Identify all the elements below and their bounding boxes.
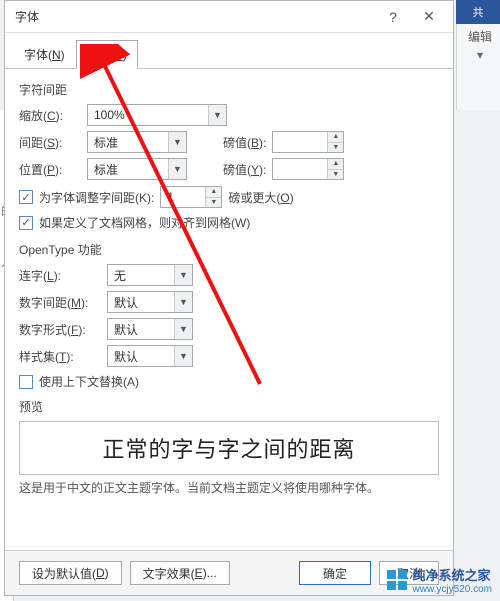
preview-box: 正常的字与字之间的距离 bbox=[19, 421, 439, 475]
grid-label: 如果定义了文档网格，则对齐到网格(W) bbox=[39, 214, 250, 231]
spacing-row: 间距(S): 标准 ▼ 磅值(B): ▲▼ bbox=[19, 131, 439, 153]
ok-button[interactable]: 确定 bbox=[299, 561, 371, 585]
edit-group-label: 编辑 bbox=[460, 28, 500, 45]
close-button[interactable]: ✕ bbox=[411, 3, 447, 31]
ligature-label: 连字(L): bbox=[19, 267, 101, 284]
preview-description: 这是用于中文的正文主题字体。当前文档主题定义将使用哪种字体。 bbox=[19, 479, 439, 496]
num-spacing-label: 数字间距(M): bbox=[19, 294, 101, 311]
watermark-text: 纯净系统之家 bbox=[413, 565, 492, 584]
grid-checkbox[interactable]: ✓ bbox=[19, 216, 33, 230]
opentype-section-title: OpenType 功能 bbox=[19, 241, 439, 258]
spacing-pt-input[interactable]: ▲▼ bbox=[272, 131, 344, 153]
word-ribbon-background: 共 编辑 ▾ bbox=[456, 0, 500, 110]
text-effects-button[interactable]: 文字效果(E)... bbox=[130, 561, 230, 585]
position-pt-label: 磅值(Y): bbox=[223, 161, 266, 178]
font-dialog: 字体 ? ✕ 字体(N) 高级(V) 字符间距 缩放(C): 100% ▼ 间距… bbox=[4, 0, 454, 596]
chevron-down-icon: ▼ bbox=[174, 319, 192, 339]
spinner-icon[interactable]: ▲▼ bbox=[327, 159, 343, 179]
ligature-row: 连字(L): 无 ▼ bbox=[19, 264, 439, 286]
stylistic-label: 样式集(T): bbox=[19, 348, 101, 365]
num-spacing-combo[interactable]: 默认 ▼ bbox=[107, 291, 193, 313]
spinner-icon[interactable]: ▲▼ bbox=[205, 187, 221, 207]
position-pt-input[interactable]: ▲▼ bbox=[272, 158, 344, 180]
help-button[interactable]: ? bbox=[375, 3, 411, 31]
chevron-down-icon: ▼ bbox=[174, 346, 192, 366]
preview-section-title: 预览 bbox=[19, 398, 439, 415]
spinner-icon[interactable]: ▲▼ bbox=[327, 132, 343, 152]
set-default-button[interactable]: 设为默认值(D) bbox=[19, 561, 122, 585]
num-form-row: 数字形式(F): 默认 ▼ bbox=[19, 318, 439, 340]
kerning-label: 为字体调整字间距(K): bbox=[39, 189, 154, 206]
chevron-down-icon: ▼ bbox=[174, 265, 192, 285]
num-spacing-row: 数字间距(M): 默认 ▼ bbox=[19, 291, 439, 313]
dialog-content: 字符间距 缩放(C): 100% ▼ 间距(S): 标准 ▼ 磅值(B): ▲▼… bbox=[5, 69, 453, 550]
scale-label: 缩放(C): bbox=[19, 107, 81, 124]
position-row: 位置(P): 标准 ▼ 磅值(Y): ▲▼ bbox=[19, 158, 439, 180]
scale-row: 缩放(C): 100% ▼ bbox=[19, 104, 439, 126]
grid-row: ✓ 如果定义了文档网格，则对齐到网格(W) bbox=[19, 214, 439, 231]
scale-combo[interactable]: 100% ▼ bbox=[87, 104, 227, 126]
chevron-down-icon: ▾ bbox=[468, 48, 492, 62]
watermark-url: www.ycjy520.com bbox=[413, 584, 492, 595]
kerning-row: ✓ 为字体调整字间距(K): 1 ▲▼ 磅或更大(O) bbox=[19, 186, 439, 208]
kerning-unit-label: 磅或更大(O) bbox=[228, 189, 293, 206]
chevron-down-icon: ▼ bbox=[168, 132, 186, 152]
tab-font[interactable]: 字体(N) bbox=[13, 40, 76, 69]
num-form-label: 数字形式(F): bbox=[19, 321, 101, 338]
spacing-pt-label: 磅值(B): bbox=[223, 134, 266, 151]
contextual-label: 使用上下文替换(A) bbox=[39, 373, 139, 390]
dialog-tabs: 字体(N) 高级(V) bbox=[5, 33, 453, 69]
watermark-logo-icon bbox=[387, 570, 407, 590]
chevron-down-icon: ▼ bbox=[174, 292, 192, 312]
watermark: 纯净系统之家 www.ycjy520.com bbox=[387, 565, 492, 595]
spacing-label: 间距(S): bbox=[19, 134, 81, 151]
num-form-combo[interactable]: 默认 ▼ bbox=[107, 318, 193, 340]
dialog-title: 字体 bbox=[15, 8, 375, 25]
position-label: 位置(P): bbox=[19, 161, 81, 178]
stylistic-row: 样式集(T): 默认 ▼ bbox=[19, 345, 439, 367]
kerning-checkbox[interactable]: ✓ bbox=[19, 190, 33, 204]
chevron-down-icon: ▼ bbox=[208, 105, 226, 125]
spacing-combo[interactable]: 标准 ▼ bbox=[87, 131, 187, 153]
contextual-checkbox[interactable]: ✓ bbox=[19, 375, 33, 389]
tab-advanced[interactable]: 高级(V) bbox=[76, 40, 138, 69]
dialog-titlebar: 字体 ? ✕ bbox=[5, 1, 453, 33]
contextual-row: ✓ 使用上下文替换(A) bbox=[19, 373, 439, 390]
ligature-combo[interactable]: 无 ▼ bbox=[107, 264, 193, 286]
stylistic-combo[interactable]: 默认 ▼ bbox=[107, 345, 193, 367]
chevron-down-icon: ▼ bbox=[168, 159, 186, 179]
kerning-value-input[interactable]: 1 ▲▼ bbox=[160, 186, 222, 208]
char-spacing-section-title: 字符间距 bbox=[19, 81, 439, 98]
position-combo[interactable]: 标准 ▼ bbox=[87, 158, 187, 180]
share-button[interactable]: 共 bbox=[456, 0, 500, 24]
